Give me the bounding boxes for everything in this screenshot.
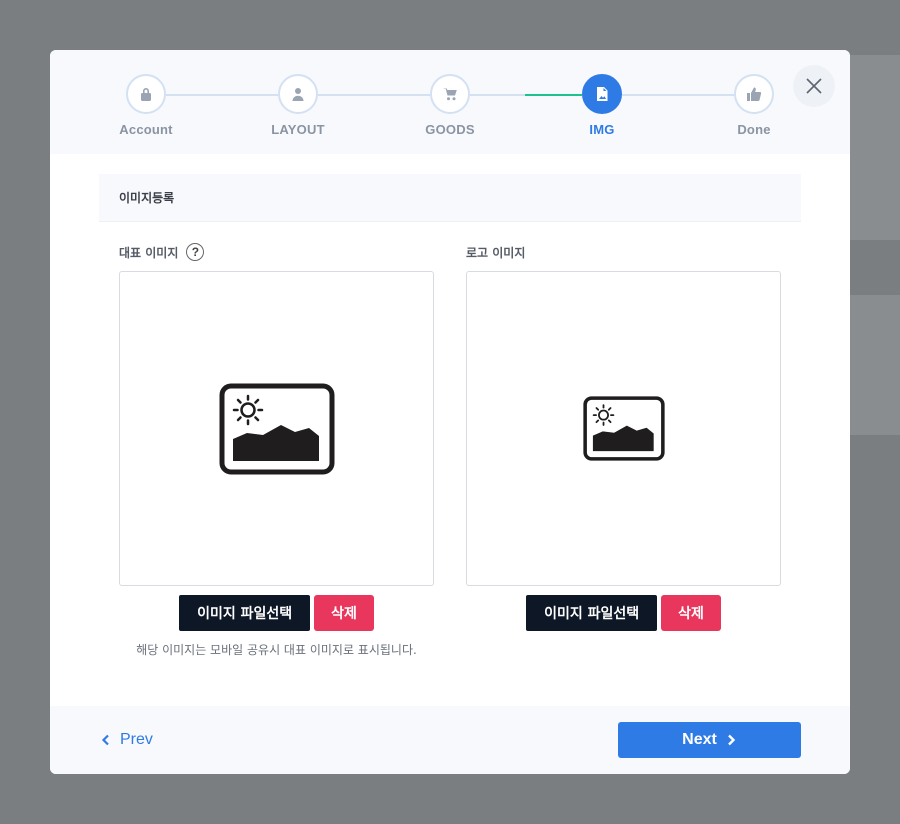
step-done[interactable]: Done bbox=[704, 74, 804, 137]
image-placeholder-icon bbox=[582, 396, 665, 461]
logo-image-panel: 로고 이미지 이미지 파일선택 삭제 bbox=[466, 240, 781, 631]
step-account[interactable]: Account bbox=[96, 74, 196, 137]
wizard-footer: Prev Next bbox=[50, 706, 850, 774]
step-img[interactable]: IMG bbox=[552, 74, 652, 137]
chevron-left-icon bbox=[101, 734, 109, 746]
main-image-label-row: 대표 이미지 ? bbox=[119, 240, 434, 264]
main-image-file-select-button[interactable]: 이미지 파일선택 bbox=[179, 595, 311, 631]
close-icon bbox=[806, 78, 822, 94]
wizard-modal: Account LAYOUT GOODS IMG Done 이미지등록 대표 이… bbox=[50, 50, 850, 774]
help-icon[interactable]: ? bbox=[186, 243, 205, 261]
user-icon bbox=[292, 88, 304, 101]
step-circle bbox=[126, 74, 166, 114]
step-label: Done bbox=[737, 122, 771, 137]
step-circle bbox=[430, 74, 470, 114]
step-label: IMG bbox=[589, 122, 615, 137]
logo-image-actions: 이미지 파일선택 삭제 bbox=[466, 595, 781, 631]
logo-image-preview[interactable] bbox=[466, 271, 781, 586]
step-circle bbox=[582, 74, 622, 114]
main-image-label: 대표 이미지 bbox=[119, 245, 179, 260]
main-image-panel: 대표 이미지 ? 이미지 파일선택 삭제 해당 이미지는 모바일 공유시 대표 … bbox=[119, 240, 434, 658]
main-image-preview[interactable] bbox=[119, 271, 434, 586]
next-label: Next bbox=[682, 731, 717, 748]
lock-icon bbox=[141, 88, 151, 101]
main-image-hint: 해당 이미지는 모바일 공유시 대표 이미지로 표시됩니다. bbox=[136, 643, 417, 657]
background-panel bbox=[850, 295, 900, 435]
chevron-right-icon bbox=[727, 734, 736, 746]
step-circle bbox=[278, 74, 318, 114]
cart-icon bbox=[443, 88, 457, 101]
stepper: Account LAYOUT GOODS IMG Done bbox=[50, 50, 850, 154]
logo-image-label: 로고 이미지 bbox=[466, 245, 526, 260]
main-image-delete-button[interactable]: 삭제 bbox=[314, 595, 374, 631]
thumbs-up-icon bbox=[747, 87, 762, 101]
step-label: Account bbox=[119, 122, 173, 137]
step-label: GOODS bbox=[425, 122, 475, 137]
image-placeholder-icon bbox=[219, 383, 334, 474]
step-circle bbox=[734, 74, 774, 114]
logo-image-delete-button[interactable]: 삭제 bbox=[661, 595, 721, 631]
main-image-actions: 이미지 파일선택 삭제 bbox=[119, 595, 434, 631]
prev-label: Prev bbox=[120, 731, 153, 748]
section-title: 이미지등록 bbox=[99, 174, 801, 222]
logo-image-label-row: 로고 이미지 bbox=[466, 240, 781, 264]
prev-button[interactable]: Prev bbox=[100, 722, 153, 758]
logo-image-file-select-button[interactable]: 이미지 파일선택 bbox=[526, 595, 658, 631]
image-file-icon bbox=[597, 87, 608, 101]
next-button[interactable]: Next bbox=[618, 722, 801, 758]
background-panel bbox=[850, 55, 900, 240]
step-label: LAYOUT bbox=[271, 122, 325, 137]
close-button[interactable] bbox=[793, 65, 835, 107]
step-layout[interactable]: LAYOUT bbox=[248, 74, 348, 137]
step-goods[interactable]: GOODS bbox=[400, 74, 500, 137]
